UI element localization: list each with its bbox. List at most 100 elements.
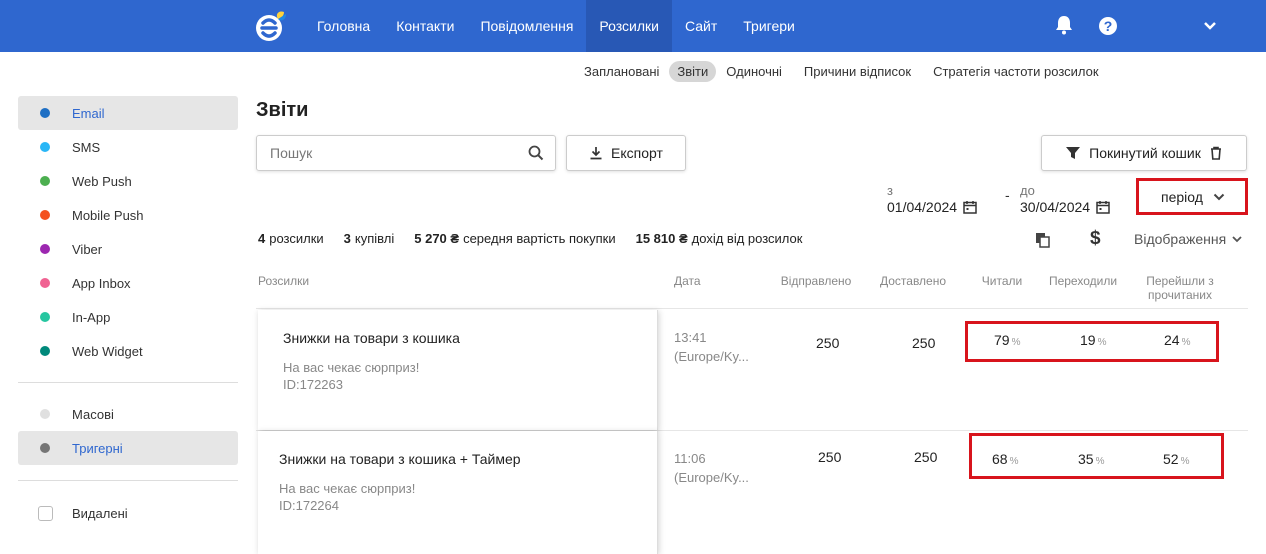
calendar-icon[interactable] xyxy=(963,200,977,214)
row-time: 13:41 xyxy=(674,330,707,345)
column-header-read[interactable]: Читали xyxy=(967,274,1037,288)
subnav-single[interactable]: Одиночні xyxy=(718,61,790,82)
column-header-clicked[interactable]: Переходили xyxy=(1043,274,1123,288)
chevron-down-icon xyxy=(1213,193,1225,201)
sms-dot-icon xyxy=(40,142,50,152)
calendar-icon[interactable] xyxy=(1096,200,1110,214)
sidebar-item-label: In-App xyxy=(72,309,111,325)
chevron-down-icon xyxy=(1232,235,1242,242)
nav-messages[interactable]: Повідомлення xyxy=(467,0,586,52)
search-input[interactable] xyxy=(270,145,520,161)
nav-triggers[interactable]: Тригери xyxy=(730,0,808,52)
nav-contacts[interactable]: Контакти xyxy=(383,0,467,52)
date-from-value[interactable]: 01/04/2024 xyxy=(887,199,957,215)
subnav-scheduled[interactable]: Заплановані xyxy=(576,61,667,82)
row-sent: 250 xyxy=(816,335,840,351)
subnav-reports[interactable]: Звіти xyxy=(669,61,717,82)
period-label: період xyxy=(1161,189,1203,205)
row-delivered: 250 xyxy=(914,449,938,465)
viber-dot-icon xyxy=(40,244,50,254)
row-click-from-read-rate: 24% xyxy=(1164,332,1191,348)
sidebar-divider xyxy=(18,480,238,481)
trash-icon[interactable] xyxy=(1209,146,1223,160)
abandoned-cart-label: Покинутий кошик xyxy=(1089,145,1201,161)
campaign-id: ID:172264 xyxy=(279,498,339,513)
row-timezone: (Europe/Ky... xyxy=(674,349,749,364)
app-inbox-dot-icon xyxy=(40,278,50,288)
sidebar-item-app-inbox[interactable]: App Inbox xyxy=(18,266,238,300)
chevron-down-icon[interactable] xyxy=(1203,21,1217,31)
sidebar-item-viber[interactable]: Viber xyxy=(18,232,238,266)
export-button[interactable]: Експорт xyxy=(566,135,686,171)
sidebar-item-trigger[interactable]: Тригерні xyxy=(18,431,238,465)
sidebar-item-email[interactable]: Email xyxy=(18,96,238,130)
subnav-unsubscribe-reasons[interactable]: Причини відписок xyxy=(796,61,919,82)
sidebar-item-label: Mobile Push xyxy=(72,207,144,223)
subnav-frequency-strategy[interactable]: Стратегія частоти розсилок xyxy=(925,61,1106,82)
column-header-date[interactable]: Дата xyxy=(674,274,701,288)
nav-home[interactable]: Головна xyxy=(304,0,383,52)
sidebar-item-label: Масові xyxy=(72,406,114,422)
campaign-title[interactable]: Знижки на товари з кошика + Таймер xyxy=(279,451,521,467)
sidebar-item-deleted[interactable]: Видалені xyxy=(18,496,238,530)
display-label: Відображення xyxy=(1134,231,1227,247)
campaign-title[interactable]: Знижки на товари з кошика xyxy=(283,330,460,346)
page-title: Звіти xyxy=(256,99,309,121)
row-read-rate: 68% xyxy=(992,451,1019,467)
search-icon[interactable] xyxy=(528,145,544,161)
row-click-from-read-rate: 52% xyxy=(1163,451,1190,467)
column-header-clicked-from-read[interactable]: Перейшли з прочитаних xyxy=(1140,274,1220,302)
copy-icon[interactable] xyxy=(1035,232,1051,248)
sidebar-item-label: Web Widget xyxy=(72,343,143,359)
display-dropdown[interactable]: Відображення xyxy=(1134,231,1242,247)
summary-stats: 4 розсилки 3 купівлі 5 270 ₴ середня вартіс… xyxy=(258,231,822,246)
sidebar-item-sms[interactable]: SMS xyxy=(18,130,238,164)
date-to[interactable]: до 30/04/2024 xyxy=(1020,183,1110,215)
email-dot-icon xyxy=(40,108,50,118)
search-box[interactable] xyxy=(256,135,556,171)
date-to-label: до xyxy=(1020,183,1035,198)
row-time: 11:06 xyxy=(674,451,706,466)
help-icon[interactable]: ? xyxy=(1098,16,1118,36)
in-app-dot-icon xyxy=(40,312,50,322)
logo-icon[interactable] xyxy=(254,8,290,44)
sidebar-item-web-widget[interactable]: Web Widget xyxy=(18,334,238,368)
bell-icon[interactable] xyxy=(1055,15,1073,35)
main-nav: Головна Контакти Повідомлення Розсилки С… xyxy=(304,0,808,52)
row-click-rate: 19% xyxy=(1080,332,1107,348)
stat-average-purchase: 5 270 ₴ середня вартість покупки xyxy=(414,231,616,246)
sidebar-item-label: Видалені xyxy=(72,505,128,521)
row-click-rate: 35% xyxy=(1078,451,1105,467)
sidebar-item-mass[interactable]: Масові xyxy=(18,397,238,431)
column-header-sent[interactable]: Відправлено xyxy=(776,274,856,288)
campaign-subject: На вас чекає сюрприз! xyxy=(279,481,416,496)
sidebar-item-mobile-push[interactable]: Mobile Push xyxy=(18,198,238,232)
currency-icon[interactable]: $ xyxy=(1090,228,1101,250)
export-label: Експорт xyxy=(611,145,663,161)
stat-purchases: 3 купівлі xyxy=(343,231,395,246)
row-read-rate: 79% xyxy=(994,332,1021,348)
abandoned-cart-filter-button[interactable]: Покинутий кошик xyxy=(1041,135,1247,171)
campaign-subject: На вас чекає сюрприз! xyxy=(283,360,420,375)
period-dropdown[interactable]: період xyxy=(1161,189,1225,205)
table-row[interactable]: Знижки на товари з кошика + Таймер На ва… xyxy=(258,431,658,554)
svg-text:?: ? xyxy=(1104,18,1113,34)
deleted-checkbox[interactable] xyxy=(38,505,53,521)
reports-subnav: Заплановані Звіти Одиночні Причини відпи… xyxy=(576,61,1109,82)
sidebar-item-label: App Inbox xyxy=(72,275,131,291)
web-push-dot-icon xyxy=(40,176,50,186)
sidebar-item-web-push[interactable]: Web Push xyxy=(18,164,238,198)
date-separator: - xyxy=(1005,187,1010,203)
row-sent: 250 xyxy=(818,449,842,465)
nav-site[interactable]: Сайт xyxy=(672,0,730,52)
column-header-delivered[interactable]: Доставлено xyxy=(873,274,953,288)
download-icon xyxy=(590,147,602,160)
date-from[interactable]: з 01/04/2024 xyxy=(887,183,977,215)
nav-campaigns[interactable]: Розсилки xyxy=(586,0,672,52)
column-header-campaigns[interactable]: Розсилки xyxy=(258,274,309,288)
sidebar-item-label: Web Push xyxy=(72,173,132,189)
sidebar-item-in-app[interactable]: In-App xyxy=(18,300,238,334)
date-to-value[interactable]: 30/04/2024 xyxy=(1020,199,1090,215)
mass-dot-icon xyxy=(40,409,50,419)
table-row[interactable]: Знижки на товари з кошика На вас чекає с… xyxy=(258,310,658,430)
